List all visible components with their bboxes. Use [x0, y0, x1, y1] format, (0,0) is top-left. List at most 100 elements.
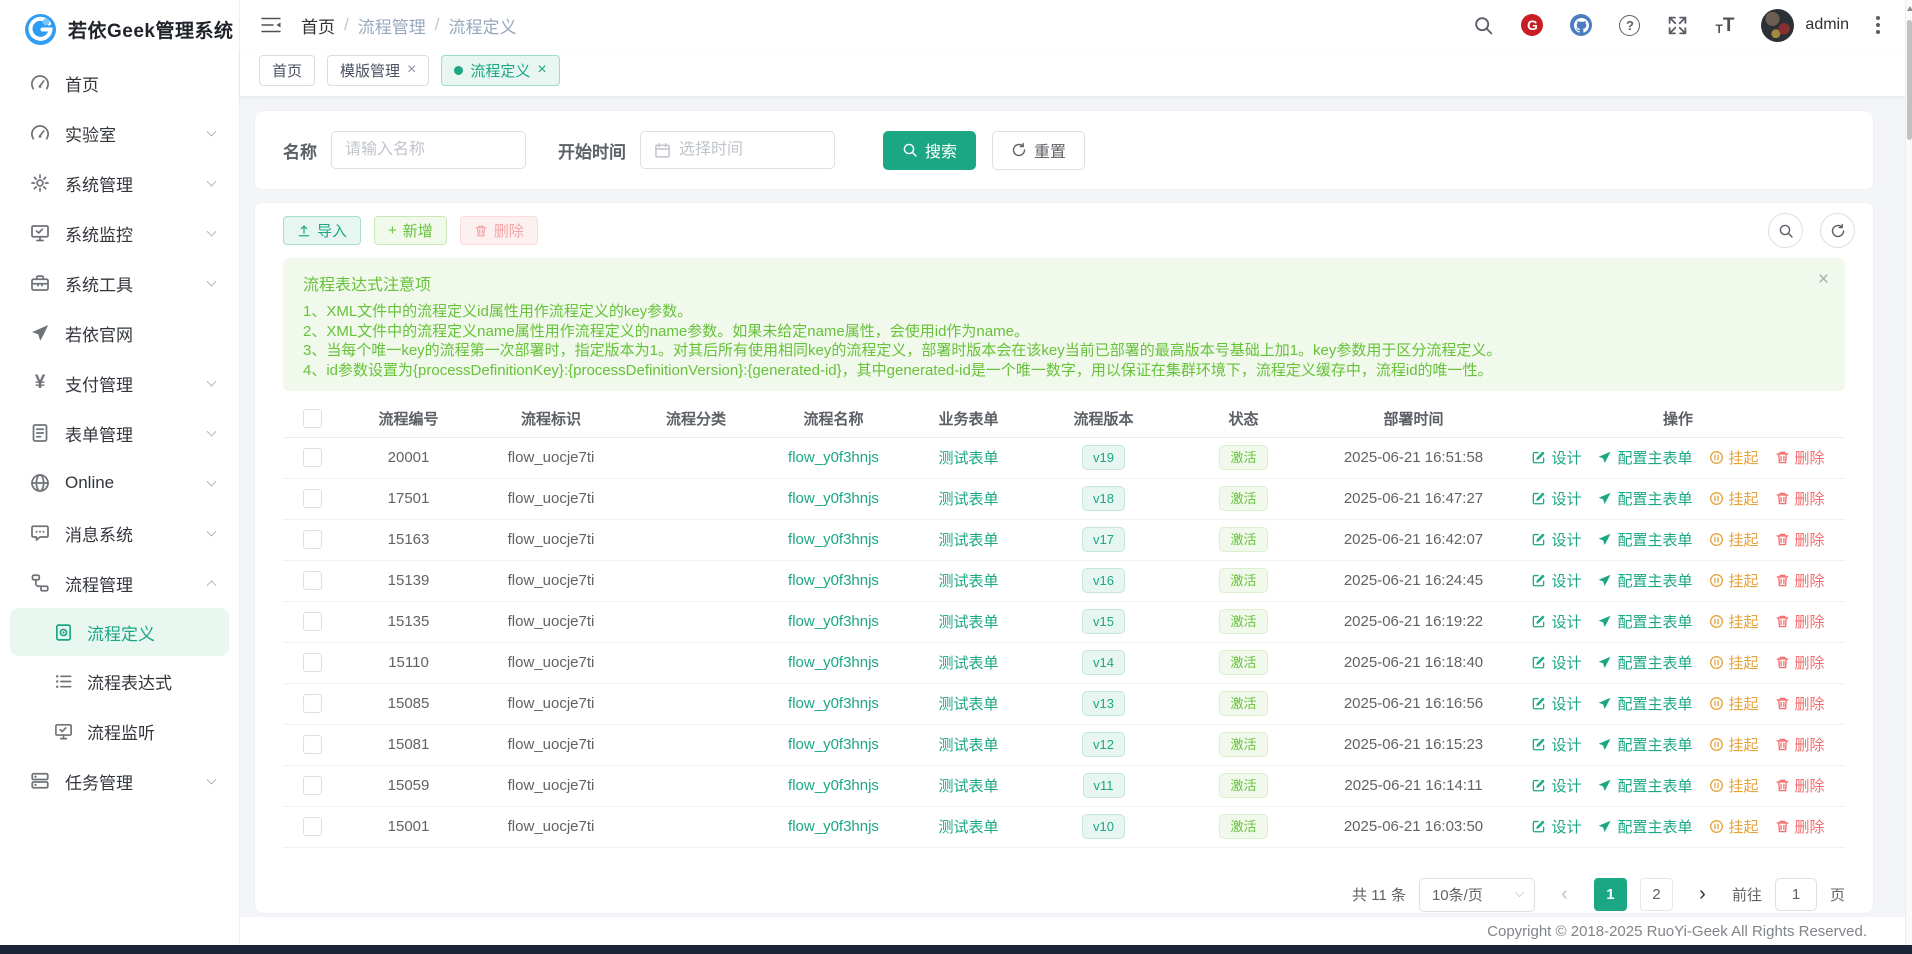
business-form-link[interactable]: 测试表单	[938, 655, 998, 672]
delete-action[interactable]: 删除	[1775, 529, 1825, 550]
process-name-link[interactable]: flow_y0f3hnjs	[788, 777, 879, 794]
sidebar-item-forms[interactable]: 表单管理	[0, 408, 239, 458]
row-checkbox[interactable]	[303, 530, 322, 549]
sidebar-item-payment[interactable]: ¥ 支付管理	[0, 358, 239, 408]
config-main-form-action[interactable]: 配置主表单	[1597, 529, 1692, 550]
scroll-up-arrow[interactable]	[1906, 6, 1912, 11]
gitee-icon[interactable]: G	[1521, 14, 1543, 36]
delete-action[interactable]: 删除	[1775, 775, 1825, 796]
row-checkbox[interactable]	[303, 735, 322, 754]
suspend-action[interactable]: 挂起	[1709, 488, 1759, 509]
sidebar-item-online[interactable]: Online	[0, 458, 239, 508]
process-name-link[interactable]: flow_y0f3hnjs	[788, 572, 879, 589]
design-action[interactable]: 设计	[1531, 529, 1581, 550]
delete-action[interactable]: 删除	[1775, 816, 1825, 837]
close-icon[interactable]: ×	[1818, 270, 1829, 289]
goto-page-input[interactable]	[1775, 878, 1817, 911]
refresh-table-button[interactable]	[1820, 213, 1855, 248]
more-menu-icon[interactable]	[1876, 16, 1881, 34]
breadcrumb-home[interactable]: 首页	[301, 13, 335, 38]
sidebar-subitem-process-expression[interactable]: 流程表达式	[0, 656, 239, 706]
app-logo[interactable]: 若依Geek管理系统	[0, 0, 239, 56]
business-form-link[interactable]: 测试表单	[938, 573, 998, 590]
suspend-action[interactable]: 挂起	[1709, 529, 1759, 550]
row-checkbox[interactable]	[303, 571, 322, 590]
suspend-action[interactable]: 挂起	[1709, 693, 1759, 714]
row-checkbox[interactable]	[303, 448, 322, 467]
avatar[interactable]	[1761, 9, 1794, 42]
row-checkbox[interactable]	[303, 612, 322, 631]
delete-action[interactable]: 删除	[1775, 488, 1825, 509]
config-main-form-action[interactable]: 配置主表单	[1597, 570, 1692, 591]
sidebar-toggle-icon[interactable]	[260, 15, 282, 35]
design-action[interactable]: 设计	[1531, 775, 1581, 796]
process-name-link[interactable]: flow_y0f3hnjs	[788, 736, 879, 753]
sidebar-item-tools[interactable]: 系统工具	[0, 258, 239, 308]
design-action[interactable]: 设计	[1531, 693, 1581, 714]
sidebar-subitem-process-definition[interactable]: 流程定义	[10, 608, 229, 656]
row-checkbox[interactable]	[303, 653, 322, 672]
tab-home[interactable]: 首页	[259, 55, 315, 86]
business-form-link[interactable]: 测试表单	[938, 819, 998, 836]
start-time-input[interactable]	[679, 141, 821, 159]
row-checkbox[interactable]	[303, 776, 322, 795]
fullscreen-icon[interactable]	[1667, 15, 1688, 36]
config-main-form-action[interactable]: 配置主表单	[1597, 734, 1692, 755]
process-name-link[interactable]: flow_y0f3hnjs	[788, 818, 879, 835]
close-icon[interactable]: ×	[407, 62, 416, 78]
process-name-link[interactable]: flow_y0f3hnjs	[788, 654, 879, 671]
page-button-2[interactable]: 2	[1640, 878, 1673, 911]
business-form-link[interactable]: 测试表单	[938, 737, 998, 754]
select-all-checkbox[interactable]	[303, 409, 322, 428]
business-form-link[interactable]: 测试表单	[938, 491, 998, 508]
suspend-action[interactable]: 挂起	[1709, 775, 1759, 796]
design-action[interactable]: 设计	[1531, 488, 1581, 509]
design-action[interactable]: 设计	[1531, 816, 1581, 837]
prev-page-button[interactable]: ‹	[1548, 878, 1581, 911]
page-size-select[interactable]: 10条/页	[1419, 878, 1535, 912]
suspend-action[interactable]: 挂起	[1709, 447, 1759, 468]
search-button[interactable]: 搜索	[883, 131, 976, 170]
process-name-link[interactable]: flow_y0f3hnjs	[788, 613, 879, 630]
config-main-form-action[interactable]: 配置主表单	[1597, 816, 1692, 837]
delete-action[interactable]: 删除	[1775, 693, 1825, 714]
row-checkbox[interactable]	[303, 817, 322, 836]
tab-process-definition[interactable]: 流程定义 ×	[441, 55, 559, 86]
sidebar-item-official-site[interactable]: 若依官网	[0, 308, 239, 358]
sidebar-item-messages[interactable]: 消息系统	[0, 508, 239, 558]
tab-template-management[interactable]: 模版管理 ×	[327, 55, 429, 86]
delete-action[interactable]: 删除	[1775, 611, 1825, 632]
design-action[interactable]: 设计	[1531, 611, 1581, 632]
suspend-action[interactable]: 挂起	[1709, 652, 1759, 673]
design-action[interactable]: 设计	[1531, 734, 1581, 755]
page-button-1[interactable]: 1	[1594, 878, 1627, 911]
search-icon[interactable]	[1473, 15, 1494, 36]
scrollbar-thumb[interactable]	[1907, 20, 1912, 140]
sidebar-item-process[interactable]: 流程管理	[0, 558, 239, 608]
suspend-action[interactable]: 挂起	[1709, 816, 1759, 837]
delete-button[interactable]: 删除	[460, 216, 538, 245]
row-checkbox[interactable]	[303, 694, 322, 713]
delete-action[interactable]: 删除	[1775, 652, 1825, 673]
config-main-form-action[interactable]: 配置主表单	[1597, 693, 1692, 714]
suspend-action[interactable]: 挂起	[1709, 570, 1759, 591]
font-size-icon[interactable]: TT	[1715, 16, 1734, 35]
username[interactable]: admin	[1805, 16, 1849, 34]
config-main-form-action[interactable]: 配置主表单	[1597, 652, 1692, 673]
config-main-form-action[interactable]: 配置主表单	[1597, 447, 1692, 468]
process-name-link[interactable]: flow_y0f3hnjs	[788, 695, 879, 712]
sidebar-item-home[interactable]: 首页	[0, 58, 239, 108]
process-name-link[interactable]: flow_y0f3hnjs	[788, 531, 879, 548]
add-button[interactable]: + 新增	[374, 216, 447, 245]
sidebar-item-lab[interactable]: 实验室	[0, 108, 239, 158]
delete-action[interactable]: 删除	[1775, 447, 1825, 468]
business-form-link[interactable]: 测试表单	[938, 450, 998, 467]
sidebar-item-tasks[interactable]: 任务管理	[0, 756, 239, 806]
config-main-form-action[interactable]: 配置主表单	[1597, 611, 1692, 632]
sidebar-subitem-process-listener[interactable]: 流程监听	[0, 706, 239, 756]
sidebar-item-system[interactable]: 系统管理	[0, 158, 239, 208]
process-name-link[interactable]: flow_y0f3hnjs	[788, 449, 879, 466]
config-main-form-action[interactable]: 配置主表单	[1597, 775, 1692, 796]
design-action[interactable]: 设计	[1531, 652, 1581, 673]
row-checkbox[interactable]	[303, 489, 322, 508]
